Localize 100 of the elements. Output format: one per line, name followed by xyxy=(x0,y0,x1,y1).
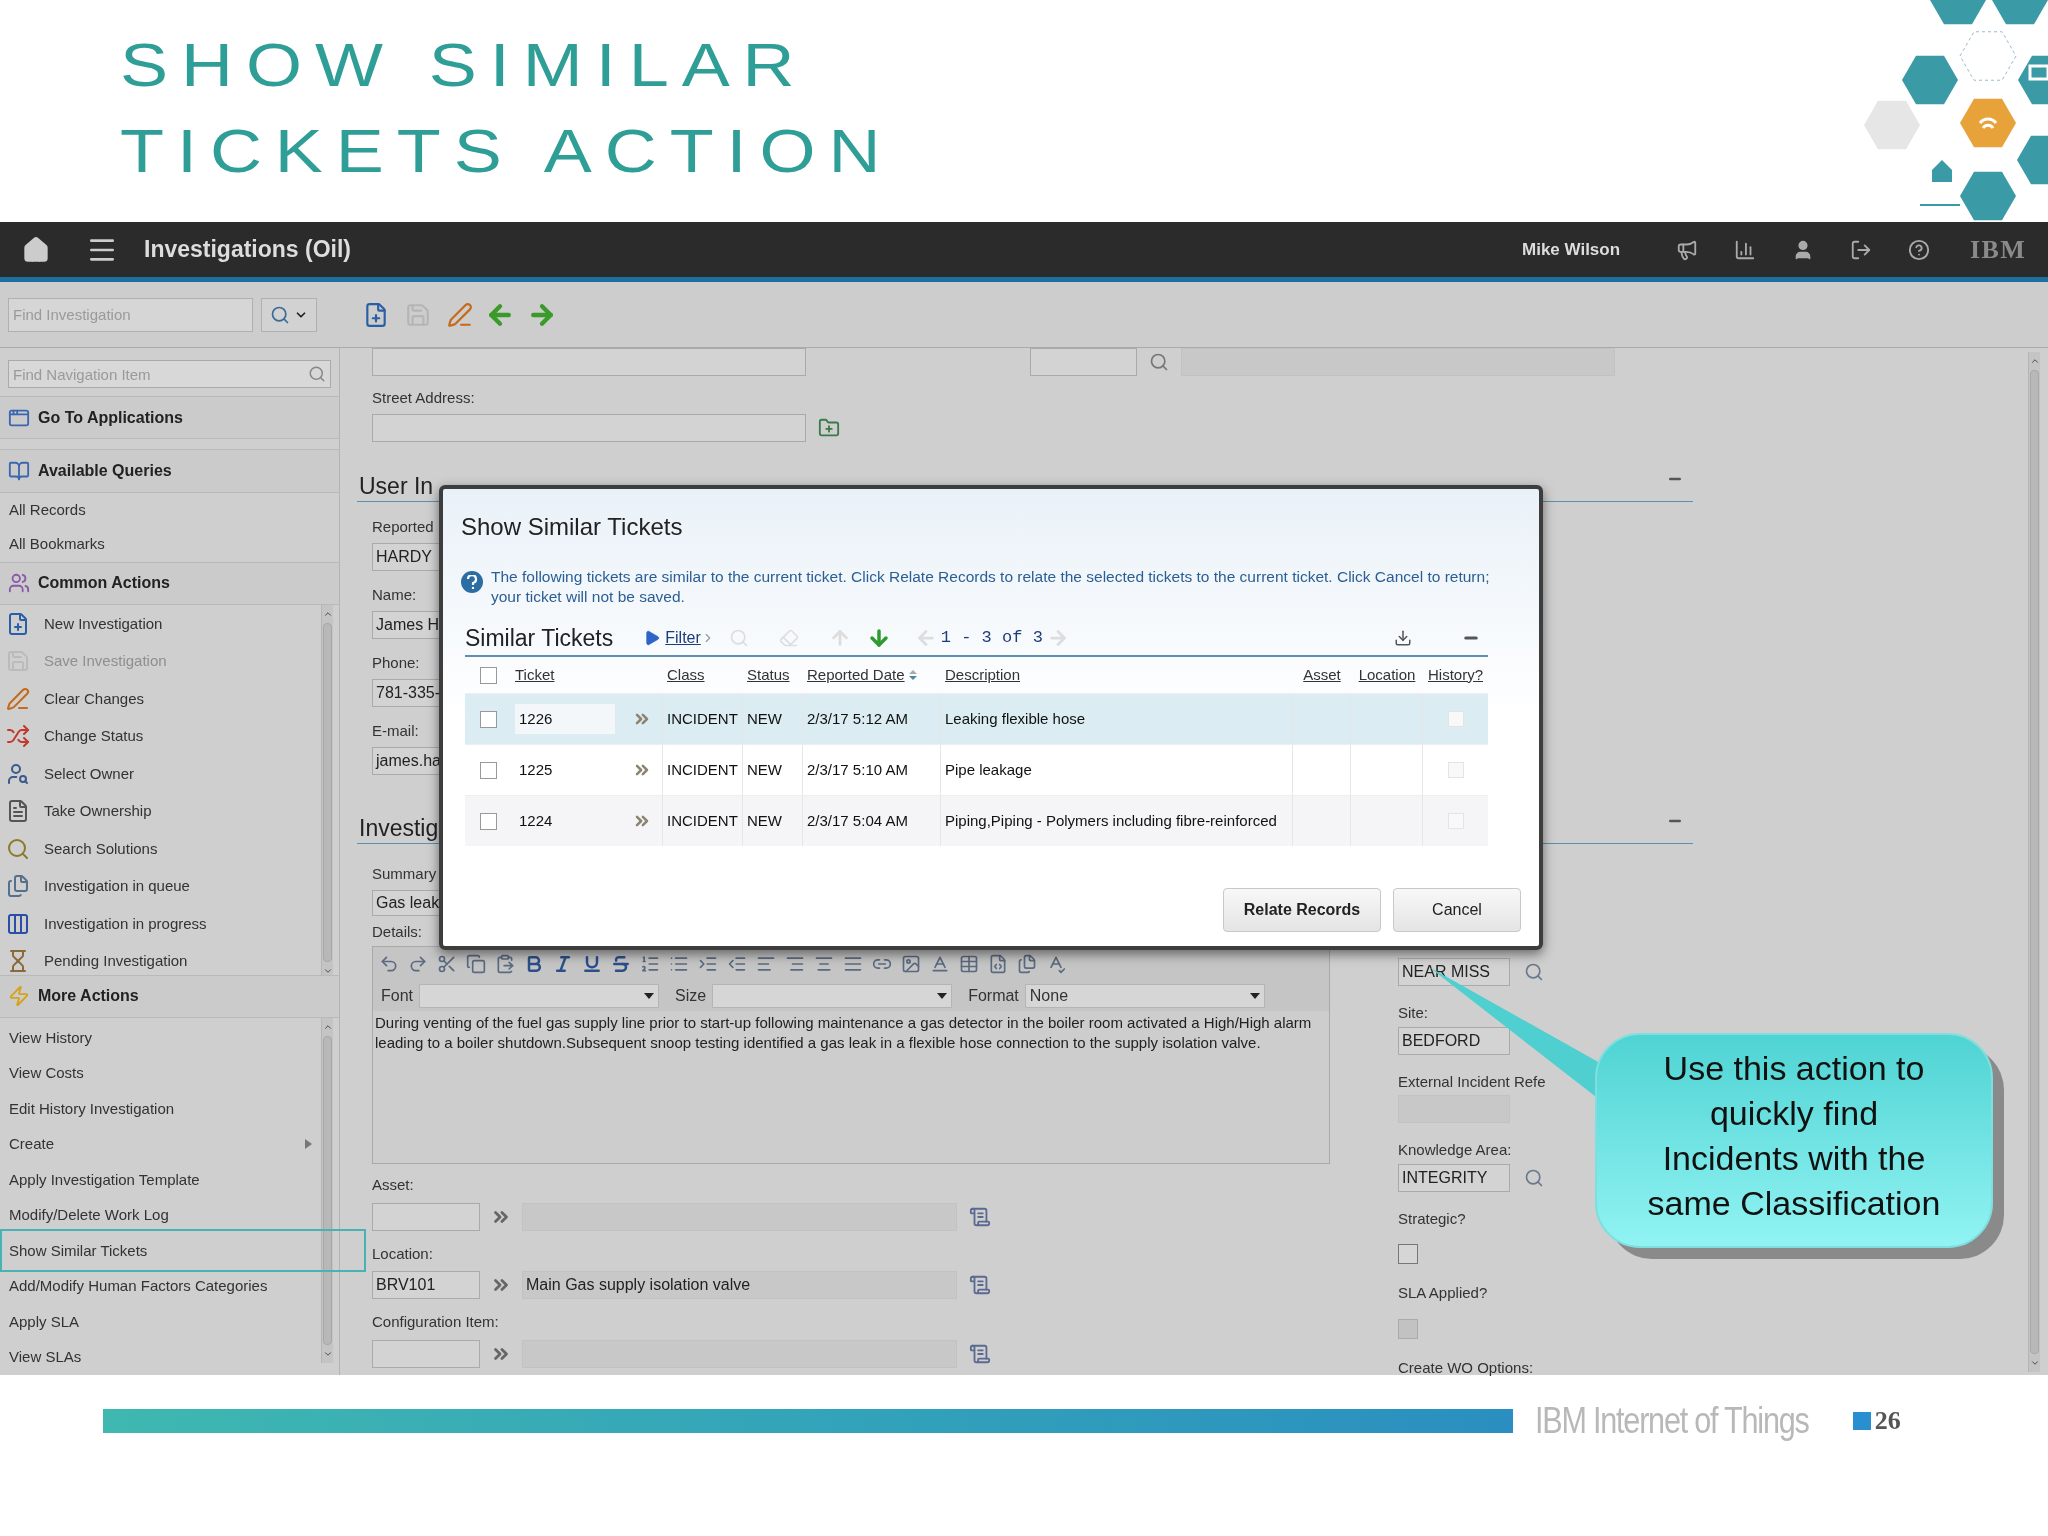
rich-text-editor[interactable] xyxy=(372,946,1330,1164)
files-icon[interactable] xyxy=(1017,954,1037,974)
search-icon[interactable] xyxy=(1524,962,1544,982)
select-all-checkbox[interactable] xyxy=(479,666,497,684)
folder-add-icon[interactable] xyxy=(818,417,840,439)
action-item[interactable]: New Investigation xyxy=(0,605,321,643)
text-field[interactable] xyxy=(372,348,806,376)
text-field[interactable] xyxy=(1181,348,1615,376)
text-field[interactable]: NEAR MISS xyxy=(1398,958,1510,986)
indent-icon[interactable] xyxy=(698,954,718,974)
source-icon[interactable] xyxy=(988,954,1008,974)
italic-icon[interactable] xyxy=(553,954,573,974)
action-item[interactable]: Apply SLA xyxy=(0,1304,321,1340)
scroll-icon[interactable] xyxy=(969,1342,991,1365)
bullet-list-icon[interactable] xyxy=(669,954,689,974)
column-header[interactable]: Asset xyxy=(1303,663,1341,687)
column-header[interactable]: Location xyxy=(1358,663,1416,687)
undo-icon[interactable] xyxy=(379,954,399,974)
action-item[interactable]: View Costs xyxy=(0,1055,321,1091)
history-checkbox[interactable] xyxy=(1447,762,1464,778)
sidebar-section-header[interactable]: Go To Applications xyxy=(0,396,339,440)
image-icon[interactable] xyxy=(901,954,921,974)
action-item[interactable]: Clear Changes xyxy=(0,680,321,718)
action-item[interactable]: Search Solutions xyxy=(0,830,321,868)
pencil-icon[interactable] xyxy=(447,301,473,328)
action-item[interactable]: Apply Investigation Template xyxy=(0,1162,321,1198)
relate-records-button[interactable]: Relate Records xyxy=(1223,888,1381,932)
text-field[interactable]: INTEGRITY xyxy=(1398,1163,1510,1192)
search-icon[interactable] xyxy=(308,365,326,383)
help-icon[interactable] xyxy=(1908,238,1931,261)
strikethrough-icon[interactable] xyxy=(611,954,631,974)
text-field[interactable]: BEDFORD xyxy=(1398,1026,1510,1055)
action-item[interactable]: Create xyxy=(0,1126,321,1162)
query-item[interactable]: All Records xyxy=(0,492,339,528)
action-item[interactable]: Investigation in progress xyxy=(0,905,321,943)
scroll-down-icon[interactable] xyxy=(2029,1358,2040,1368)
filter-icon[interactable] xyxy=(643,629,662,647)
numbered-list-icon[interactable] xyxy=(640,954,660,974)
history-checkbox[interactable] xyxy=(1447,711,1464,727)
action-item[interactable]: Edit History Investigation xyxy=(0,1091,321,1127)
text-field[interactable] xyxy=(372,1339,480,1368)
home-icon[interactable] xyxy=(22,235,50,264)
action-item[interactable]: Select Owner xyxy=(0,755,321,793)
scroll-up-icon[interactable] xyxy=(2029,356,2040,366)
action-item[interactable]: Pending Investigation xyxy=(0,942,321,975)
copy-icon[interactable] xyxy=(466,954,486,974)
text-field[interactable]: BRV101 xyxy=(372,1271,480,1299)
underline-icon[interactable] xyxy=(582,954,602,974)
sidebar-section-header[interactable]: Available Queries xyxy=(0,449,339,493)
scroll-down-icon[interactable] xyxy=(322,966,333,975)
table-row[interactable]: 1226 INCIDENT NEW 2/3/17 5:12 AM Leaking flexible hose xyxy=(465,693,1488,744)
format-dropdown[interactable]: None xyxy=(1024,984,1265,1008)
column-header[interactable]: Class xyxy=(667,663,705,687)
find-investigation-field[interactable]: Find Investigation xyxy=(8,297,253,332)
row-checkbox[interactable] xyxy=(479,710,497,728)
table-icon[interactable] xyxy=(959,954,979,974)
filter-link[interactable]: Filter xyxy=(665,626,701,650)
paste-icon[interactable] xyxy=(495,954,515,974)
action-item[interactable]: View History xyxy=(0,1020,321,1056)
search-icon[interactable] xyxy=(1524,1167,1544,1188)
checkbox[interactable] xyxy=(1398,1244,1418,1264)
cut-icon[interactable] xyxy=(437,954,457,974)
action-item[interactable]: Show Similar Tickets xyxy=(0,1233,321,1269)
column-header[interactable]: History? xyxy=(1428,663,1483,687)
text-color-icon[interactable] xyxy=(930,954,950,974)
cancel-button[interactable]: Cancel xyxy=(1393,888,1521,932)
action-item[interactable]: Add/Modify Human Factors Categories xyxy=(0,1268,321,1304)
table-row[interactable]: 1224 INCIDENT NEW 2/3/17 5:04 AM Piping,Piping - Polymers including fibre-reinforced xyxy=(465,795,1488,846)
scrollbar-thumb[interactable] xyxy=(2030,370,2039,1354)
text-field[interactable] xyxy=(1030,348,1137,376)
street-address-field[interactable] xyxy=(372,414,806,442)
description-field[interactable]: Main Gas supply isolation valve xyxy=(522,1271,957,1299)
new-document-icon[interactable] xyxy=(363,301,389,328)
search-button[interactable] xyxy=(261,297,317,332)
query-item[interactable]: All Bookmarks xyxy=(0,527,339,562)
scroll-icon[interactable] xyxy=(969,1274,991,1296)
action-item[interactable]: View SLAs xyxy=(0,1339,321,1375)
scroll-down-icon[interactable] xyxy=(322,1349,333,1359)
justify-icon[interactable] xyxy=(843,954,863,974)
scroll-up-icon[interactable] xyxy=(322,1022,333,1032)
align-left-icon[interactable] xyxy=(756,954,776,974)
text-field[interactable] xyxy=(372,1202,480,1231)
sort-icon[interactable] xyxy=(908,669,917,681)
column-header[interactable]: Status xyxy=(747,663,790,687)
scroll-icon[interactable] xyxy=(969,1205,991,1228)
scrollbar-thumb[interactable] xyxy=(323,623,332,963)
action-item[interactable]: Investigation in queue xyxy=(0,867,321,906)
action-item[interactable]: Take Ownership xyxy=(0,792,321,831)
download-icon[interactable] xyxy=(1394,629,1412,647)
row-checkbox[interactable] xyxy=(479,761,497,779)
sidebar-section-header[interactable]: Common Actions xyxy=(0,561,339,606)
redo-icon[interactable] xyxy=(408,954,428,974)
search-icon[interactable] xyxy=(1149,352,1169,372)
align-center-icon[interactable] xyxy=(814,954,834,974)
navigation-search-field[interactable]: Find Navigation Item xyxy=(8,360,331,388)
row-checkbox[interactable] xyxy=(479,812,497,830)
megaphone-icon[interactable] xyxy=(1676,238,1699,261)
logout-icon[interactable] xyxy=(1850,238,1873,261)
table-row[interactable]: 1225 INCIDENT NEW 2/3/17 5:10 AM Pipe leakage xyxy=(465,744,1488,795)
column-header[interactable]: Ticket xyxy=(515,663,555,687)
